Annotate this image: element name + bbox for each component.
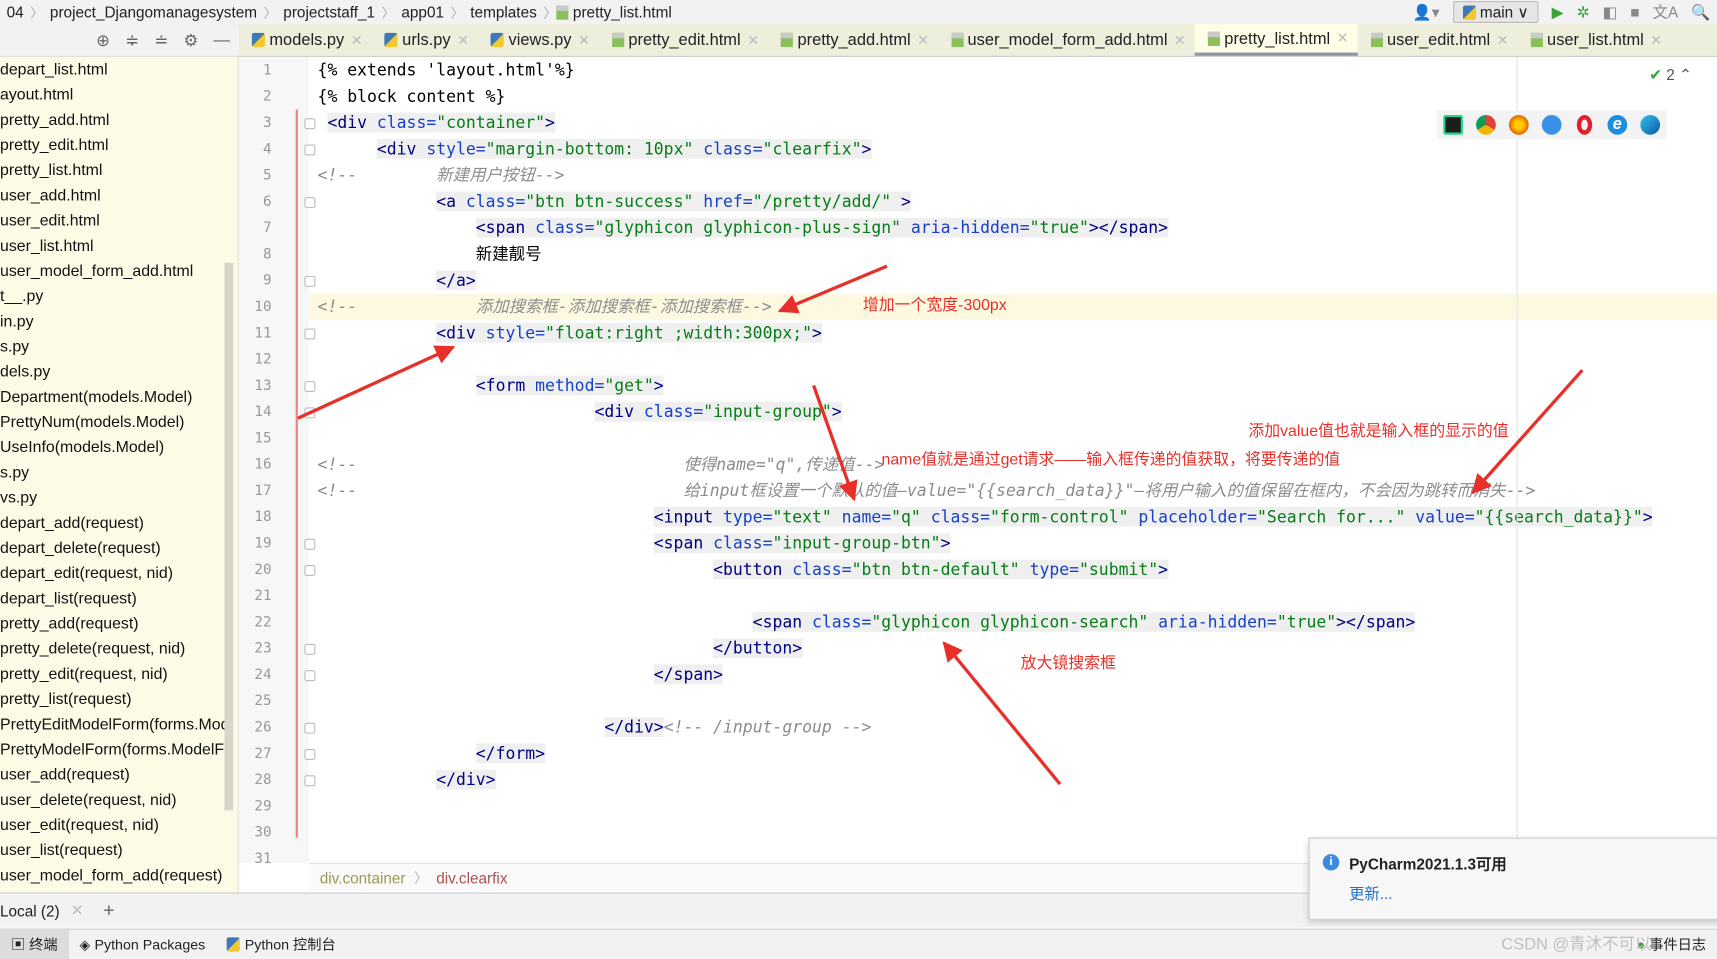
terminal-tab[interactable]: Local (2) bbox=[0, 902, 60, 920]
python-console-label: Python 控制台 bbox=[244, 936, 336, 953]
annotation-name: name值就是通过get请求——输入框传递的值获取，将要传递的值 bbox=[881, 451, 1341, 469]
close-icon[interactable]: ✕ bbox=[71, 901, 84, 920]
tool-window-bar: ▣ 终端 ◈ Python Packages Python 控制台 ● 事件日志 bbox=[0, 928, 1717, 959]
update-link[interactable]: 更新... bbox=[1349, 883, 1392, 905]
annotation-arrows bbox=[297, 264, 1584, 786]
annotation-value: 添加value值也就是输入框的显示的值 bbox=[1248, 422, 1509, 441]
annotation-search-icon: 放大镜搜索框 bbox=[1020, 654, 1116, 673]
python-packages-label: Python Packages bbox=[94, 936, 206, 953]
terminal-icon: ▣ bbox=[10, 936, 26, 953]
pycharm-window: 04 〉 project_Djangomanagesystem 〉 projects… bbox=[0, 0, 1717, 959]
info-icon: i bbox=[1322, 854, 1340, 871]
notification-title: PyCharm2021.1.3可用 bbox=[1349, 855, 1507, 873]
editor-crumb[interactable]: div.clearfix bbox=[436, 869, 507, 887]
update-notification: i PyCharm2021.1.3可用 更新... bbox=[1308, 837, 1717, 920]
terminal-button[interactable]: ▣ 终端 bbox=[0, 929, 69, 959]
python-packages-button[interactable]: ◈ Python Packages bbox=[69, 930, 217, 959]
event-log-label: 事件日志 bbox=[1649, 936, 1707, 953]
add-terminal-button[interactable]: + bbox=[103, 899, 115, 922]
python-console-button[interactable]: Python 控制台 bbox=[216, 930, 346, 959]
arrow bbox=[297, 345, 456, 420]
terminal-label: 终端 bbox=[29, 936, 58, 953]
editor-crumb[interactable]: div.container bbox=[320, 869, 406, 887]
python-icon bbox=[227, 937, 241, 952]
annotation-width: 增加一个宽度-300px bbox=[862, 296, 1007, 315]
arrow bbox=[812, 384, 858, 502]
packages-icon: ◈ bbox=[79, 936, 91, 953]
watermark: CSDN @青沐不可以 bbox=[1501, 935, 1652, 954]
